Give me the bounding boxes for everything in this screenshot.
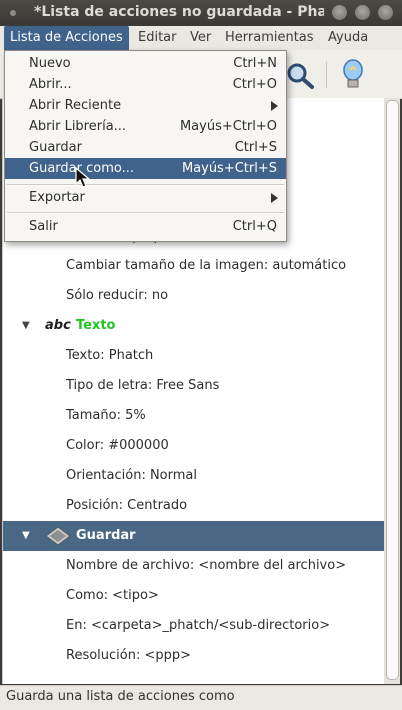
maximize-icon[interactable] xyxy=(355,5,370,20)
menu-ayuda[interactable]: Ayuda xyxy=(322,26,374,50)
menu-editar[interactable]: Editar xyxy=(132,26,183,50)
status-text: Guarda una lista de acciones como xyxy=(6,689,235,704)
menu-lista-de-acciones[interactable]: Lista de Acciones xyxy=(4,26,129,50)
menu-item-accel: Mayús+Ctrl+S xyxy=(181,161,277,176)
menu-item-accel: Ctrl+Q xyxy=(232,219,277,234)
list-item[interactable]: Sólo reducir: no xyxy=(3,281,385,311)
action-group-guardar[interactable]: ▼ Guardar xyxy=(3,521,385,551)
list-item[interactable]: En: <carpeta>_phatch/<sub-directorio> xyxy=(3,611,385,641)
menu-item-label: Salir xyxy=(29,219,58,234)
menu-ver[interactable]: Ver xyxy=(184,26,217,50)
menu-item-exportar[interactable]: Exportar xyxy=(5,187,286,208)
menu-item-label: Abrir Reciente xyxy=(29,98,122,113)
expander-icon[interactable]: ▼ xyxy=(22,311,30,341)
list-item[interactable]: Texto: Phatch xyxy=(3,341,385,371)
menu-item-label: Exportar xyxy=(29,190,85,205)
list-item[interactable]: Resolución: <ppp> xyxy=(3,641,385,671)
menu-separator xyxy=(7,184,284,186)
menu-item-guardar[interactable]: Guardar Ctrl+S xyxy=(5,137,286,158)
menu-item-abrir-reciente[interactable]: Abrir Reciente xyxy=(5,95,286,116)
toolbar-separator xyxy=(326,62,327,88)
menu-item-accel: Ctrl+O xyxy=(232,77,277,92)
menu-herramientas[interactable]: Herramientas xyxy=(219,26,320,50)
mouse-cursor-icon xyxy=(75,167,91,188)
close-icon[interactable] xyxy=(378,5,393,20)
action-group-label: Texto xyxy=(76,318,116,333)
window-titlebar: *Lista de acciones no guardada - Phatch xyxy=(0,0,402,26)
lightbulb-icon[interactable] xyxy=(340,58,366,92)
menu-item-label: Guardar xyxy=(29,140,82,155)
menu-item-abrir[interactable]: Abrir... Ctrl+O xyxy=(5,74,286,95)
menu-separator xyxy=(7,212,284,214)
statusbar: Guarda una lista de acciones como xyxy=(0,685,402,710)
vertical-scrollbar[interactable] xyxy=(384,98,400,684)
list-item[interactable]: Nombre de archivo: <nombre del archivo> xyxy=(3,551,385,581)
list-item[interactable]: Cambiar tamaño de la imagen: automático xyxy=(3,251,385,281)
list-item[interactable]: Tipo de letra: Free Sans xyxy=(3,371,385,401)
menu-item-accel: Mayús+Ctrl+O xyxy=(179,119,277,134)
window-title: *Lista de acciones no guardada - Phatch xyxy=(34,4,324,20)
submenu-arrow-icon xyxy=(271,101,278,111)
menu-item-nuevo[interactable]: Nuevo Ctrl+N xyxy=(5,53,286,74)
submenu-arrow-icon xyxy=(271,193,278,203)
lista-de-acciones-menu: Nuevo Ctrl+N Abrir... Ctrl+O Abrir Recie… xyxy=(4,50,287,242)
menu-item-abrir-libreria[interactable]: Abrir Librería... Mayús+Ctrl+O xyxy=(5,116,286,137)
menu-item-accel: Ctrl+N xyxy=(233,56,277,71)
list-item[interactable]: Como: <tipo> xyxy=(3,581,385,611)
menu-item-label: Abrir... xyxy=(29,77,72,92)
menubar: Lista de Acciones Editar Ver Herramienta… xyxy=(0,26,402,51)
action-group-label: Guardar xyxy=(76,528,136,543)
text-action-icon: abc xyxy=(45,318,71,333)
list-item[interactable]: Color: #000000 xyxy=(3,431,385,461)
menu-item-salir[interactable]: Salir Ctrl+Q xyxy=(5,216,286,237)
list-item[interactable]: Tamaño: 5% xyxy=(3,401,385,431)
list-item[interactable]: Orientación: Normal xyxy=(3,461,385,491)
search-icon[interactable] xyxy=(285,61,315,89)
window-menu-icon[interactable] xyxy=(10,10,16,16)
save-action-icon xyxy=(45,526,71,546)
menu-item-accel: Ctrl+S xyxy=(234,140,277,155)
action-group-texto[interactable]: ▼ abc Texto xyxy=(3,311,385,341)
scrollbar-thumb[interactable] xyxy=(386,100,399,680)
minimize-icon[interactable] xyxy=(332,5,347,20)
menu-item-label: Abrir Librería... xyxy=(29,119,127,134)
menu-item-label: Nuevo xyxy=(29,56,71,71)
list-item[interactable]: Posición: Centrado xyxy=(3,491,385,521)
expander-icon[interactable]: ▼ xyxy=(22,521,30,551)
menu-item-guardar-como[interactable]: Guardar como... Mayús+Ctrl+S xyxy=(5,158,286,179)
